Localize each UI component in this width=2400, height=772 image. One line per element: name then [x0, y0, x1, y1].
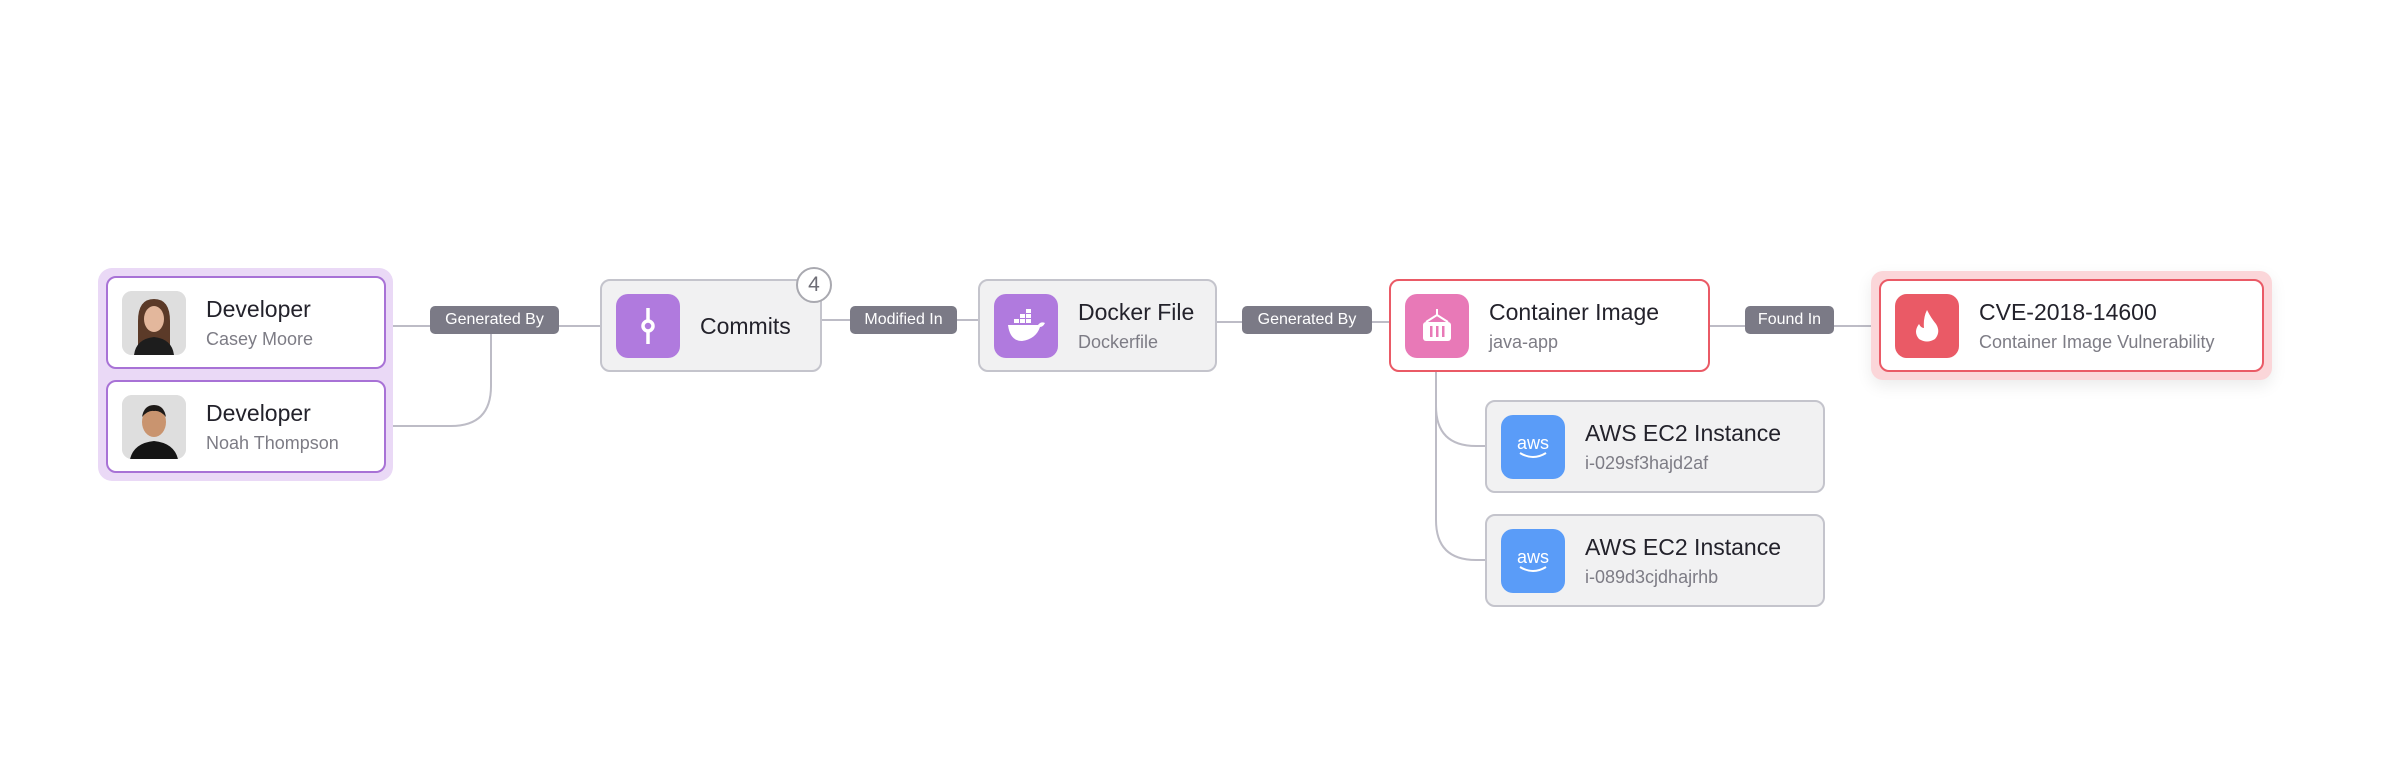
- edge-label-found-in: Found In: [1745, 306, 1834, 334]
- avatar: [122, 394, 186, 459]
- commits-title: Commits: [700, 312, 791, 339]
- container-icon: [1405, 293, 1469, 358]
- developer-name: Casey Moore: [206, 328, 314, 349]
- aws-logo-text: aws: [1516, 546, 1549, 567]
- aws-ec2-instance-node[interactable]: aws AWS EC2 Instance i-029sf3hajd2af: [1485, 400, 1825, 493]
- container-image-node[interactable]: Container Image java-app: [1389, 279, 1710, 372]
- commits-node[interactable]: Commits: [600, 279, 822, 372]
- edge-dev2-generated: [386, 334, 492, 427]
- instance-id: i-029sf3hajd2af: [1585, 452, 1709, 473]
- aws-icon: aws: [1501, 528, 1565, 593]
- docker-icon: [994, 293, 1058, 358]
- man-portrait-icon: [122, 394, 186, 459]
- docker-file-node[interactable]: Docker File Dockerfile: [978, 279, 1217, 372]
- aws-logo-text: aws: [1516, 432, 1549, 453]
- aws-ec2-instance-node[interactable]: aws AWS EC2 Instance i-089d3cjdhajrhb: [1485, 514, 1825, 607]
- instance-title: AWS EC2 Instance: [1585, 533, 1782, 560]
- edge-label-generated-by: Generated By: [430, 306, 559, 334]
- flame-icon: [1895, 293, 1959, 358]
- developer-title: Developer: [206, 295, 311, 322]
- developer-card-casey-moore[interactable]: Developer Casey Moore: [106, 276, 386, 369]
- developer-card-noah-thompson[interactable]: Developer Noah Thompson: [106, 380, 386, 473]
- commit-count-badge: 4: [796, 267, 832, 303]
- container-subtitle: java-app: [1489, 331, 1559, 352]
- cve-node[interactable]: CVE-2018-14600 Container Image Vulnerabi…: [1879, 279, 2264, 372]
- instance-id: i-089d3cjdhajrhb: [1585, 566, 1719, 587]
- container-title: Container Image: [1489, 298, 1660, 325]
- edge-label-generated-by: Generated By: [1242, 306, 1372, 334]
- cve-subtitle: Container Image Vulnerability: [1979, 331, 2215, 352]
- developer-title: Developer: [206, 399, 311, 426]
- edge-container-ec2-2: [1435, 406, 1485, 561]
- edge-container-ec2-1: [1435, 372, 1485, 447]
- cve-title: CVE-2018-14600: [1979, 298, 2157, 325]
- edge-label-modified-in: Modified In: [850, 306, 957, 334]
- woman-portrait-icon: [122, 290, 186, 355]
- avatar: [122, 290, 186, 355]
- docker-subtitle: Dockerfile: [1078, 331, 1159, 352]
- aws-icon: aws: [1501, 414, 1565, 479]
- instance-title: AWS EC2 Instance: [1585, 419, 1782, 446]
- developer-name: Noah Thompson: [206, 432, 339, 453]
- git-commit-icon: [616, 293, 680, 358]
- docker-title: Docker File: [1078, 298, 1195, 325]
